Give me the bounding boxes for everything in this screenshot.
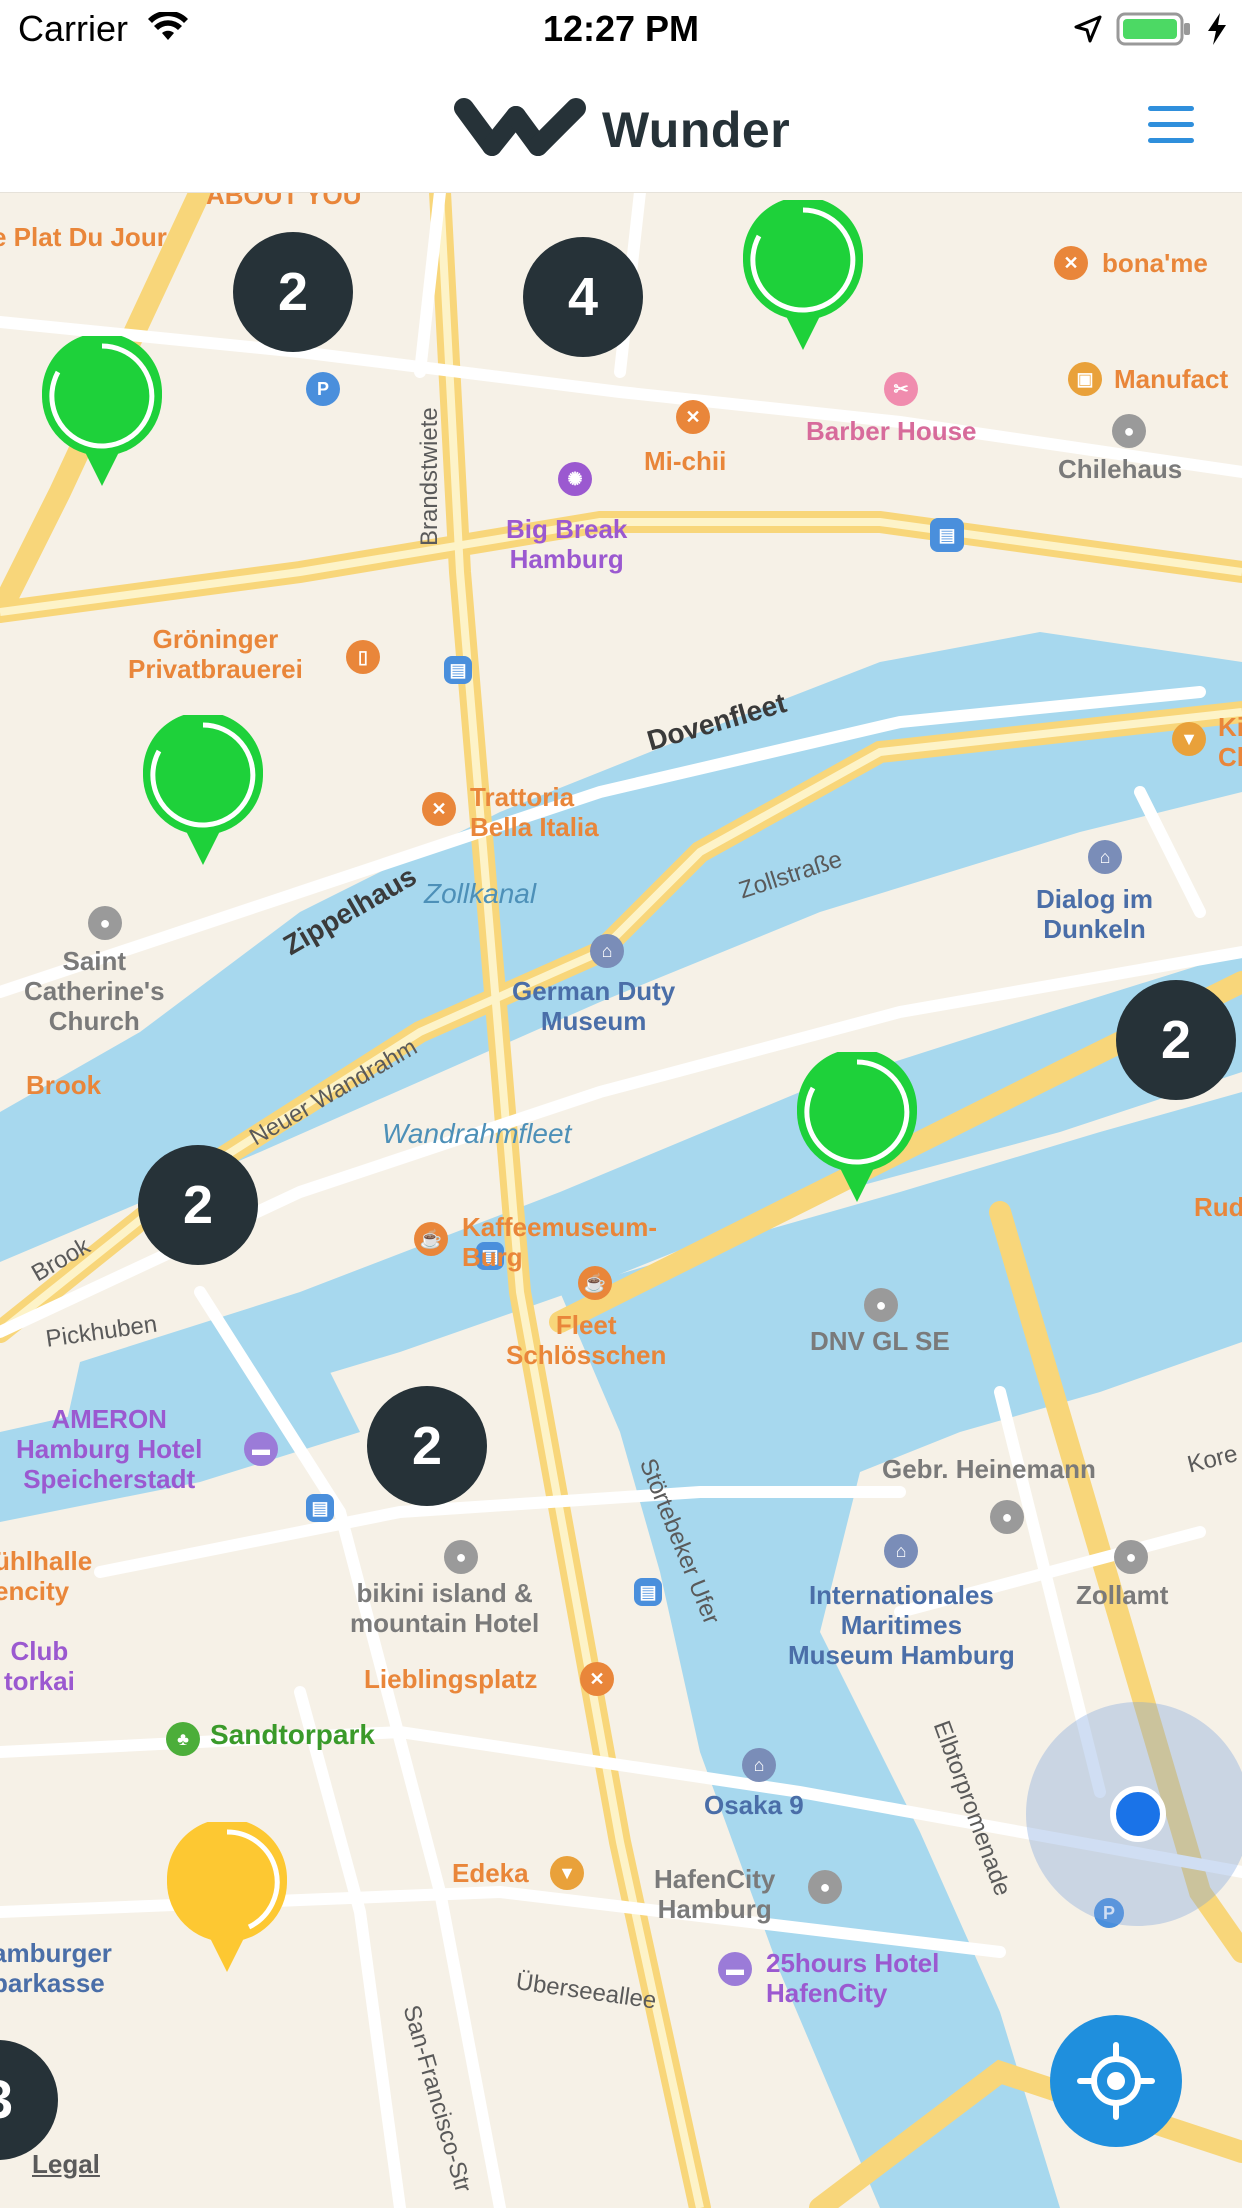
battery-icon	[1116, 12, 1192, 51]
vehicle-pin-green[interactable]	[141, 711, 265, 865]
poi-fleet-schloesschen[interactable]: Fleet Schlösschen	[506, 1310, 666, 1370]
scissors-icon: ✂	[884, 372, 918, 406]
restaurant-icon: ✕	[580, 1662, 614, 1696]
poi-dnv-gl[interactable]: DNV GL SE	[810, 1326, 950, 1356]
poi-manufact[interactable]: Manufact	[1114, 364, 1228, 394]
poi-sandtorpark[interactable]: Sandtorpark	[210, 1720, 375, 1750]
menu-icon	[1148, 106, 1194, 111]
vehicle-cluster[interactable]: 2	[138, 1145, 258, 1265]
vehicle-pin-yellow[interactable]	[165, 1818, 289, 1972]
landmark-dot-icon: ●	[864, 1288, 898, 1322]
vehicle-cluster[interactable]: 2	[233, 232, 353, 352]
cart-icon: ▼	[550, 1856, 584, 1890]
bus-stop-icon: ▤	[306, 1494, 334, 1522]
poi-barber-house[interactable]: Barber House	[806, 416, 977, 446]
vehicle-pin-green[interactable]	[795, 1048, 919, 1202]
landmark-dot-icon: ●	[808, 1870, 842, 1904]
poi-kl[interactable]: Ki Cl	[1218, 712, 1242, 772]
status-bar: Carrier 12:27 PM	[0, 0, 1242, 62]
poi-german-duty-museum[interactable]: German Duty Museum	[512, 976, 675, 1036]
restaurant-icon: ✕	[676, 400, 710, 434]
vehicle-pin-green[interactable]	[40, 332, 164, 486]
shopping-bag-icon: ▣	[1068, 362, 1102, 396]
hotel-icon: ▬	[244, 1432, 278, 1466]
poi-trattoria[interactable]: Trattoria Bella Italia	[470, 782, 599, 842]
poi-rud[interactable]: Rud	[1194, 1192, 1242, 1222]
vehicle-pin-green[interactable]	[741, 196, 865, 350]
poi-gebr-heinemann[interactable]: Gebr. Heinemann	[882, 1454, 1096, 1484]
poi-lieblingsplatz[interactable]: Lieblingsplatz	[364, 1664, 537, 1694]
restaurant-icon: ✕	[422, 792, 456, 826]
poi-osaka-9[interactable]: Osaka 9	[704, 1790, 804, 1820]
poi-mi-chii[interactable]: Mi-chii	[644, 446, 726, 476]
landmark-dot-icon: ●	[444, 1540, 478, 1574]
poi-internationales-maritimes-museum[interactable]: Internationales Maritimes Museum Hamburg	[788, 1580, 1015, 1670]
poi-edeka[interactable]: Edeka	[452, 1858, 529, 1888]
vehicle-cluster[interactable]: 2	[1116, 980, 1236, 1100]
restaurant-icon: ✕	[1054, 246, 1088, 280]
location-arrow-icon	[1074, 15, 1102, 48]
poi-ameron[interactable]: AMERON Hamburg Hotel Speicherstadt	[16, 1404, 202, 1494]
locate-me-button[interactable]	[1050, 2015, 1182, 2147]
landmark-dot-icon: ●	[990, 1500, 1024, 1534]
app-header: Wunder	[0, 62, 1242, 193]
map-view[interactable]: ABOUT YOU e Plat Du Jour ✕ bona'me ▣ Man…	[0, 192, 1242, 2208]
hamburger-menu-button[interactable]	[1148, 106, 1194, 150]
ferris-wheel-icon: ✺	[558, 462, 592, 496]
landmark-dot-icon: ●	[88, 906, 122, 940]
museum-icon: ⌂	[742, 1748, 776, 1782]
cafe-icon: ☕	[414, 1222, 448, 1256]
legal-link[interactable]: Legal	[32, 2149, 100, 2180]
poi-chilehaus[interactable]: Chilehaus	[1058, 454, 1182, 484]
landmark-dot-icon: ●	[1112, 414, 1146, 448]
parking-icon: P	[306, 372, 340, 406]
clock: 12:27 PM	[542, 8, 700, 49]
poi-dialog[interactable]: Dialog im Dunkeln	[1036, 884, 1153, 944]
brand-name: Wunder	[602, 101, 791, 158]
street-brandstwiete: Brandstwiete	[416, 407, 443, 546]
vehicle-cluster[interactable]: 2	[367, 1386, 487, 1506]
museum-icon: ⌂	[1088, 840, 1122, 874]
poi-bona-me[interactable]: bona'me	[1102, 248, 1208, 278]
landmark-dot-icon: ●	[1114, 1540, 1148, 1574]
poi-big-break[interactable]: Big Break Hamburg	[506, 514, 627, 574]
poi-kaffeemuseum[interactable]: Kaffeemuseum- Burg	[462, 1212, 657, 1272]
poi-groeninger[interactable]: Gröninger Privatbrauerei	[128, 624, 303, 684]
poi-club[interactable]: Club torkai	[4, 1636, 75, 1696]
poi-sparkasse[interactable]: amburger parkasse	[0, 1938, 112, 1998]
poi-about-you[interactable]: ABOUT YOU	[206, 192, 362, 210]
train-station-icon: ▤	[930, 518, 964, 552]
bus-stop-icon: ▤	[634, 1578, 662, 1606]
user-location-marker	[1026, 1702, 1242, 1926]
park-tree-icon: ♣	[166, 1722, 200, 1756]
beer-icon: ▯	[346, 640, 380, 674]
vehicle-cluster[interactable]: 4	[523, 237, 643, 357]
water-zollkanal: Zollkanal	[424, 878, 537, 909]
hotel-icon: ▬	[718, 1952, 752, 1986]
poi-saint-catherine[interactable]: Saint Catherine's Church	[24, 946, 165, 1036]
cafe-icon: ☕	[578, 1266, 612, 1300]
basket-icon: ▼	[1172, 722, 1206, 756]
poi-bikini-island[interactable]: bikini island & mountain Hotel	[350, 1578, 539, 1638]
brand-logo: Wunder	[454, 98, 790, 161]
poi-25hours-hotel[interactable]: 25hours Hotel HafenCity	[766, 1948, 939, 2008]
wunder-logo-icon	[454, 98, 588, 161]
bus-stop-icon: ▤	[444, 656, 472, 684]
poi-hafencity-hamburg[interactable]: HafenCity Hamburg	[654, 1864, 775, 1924]
poi-zollamt[interactable]: Zollamt	[1076, 1580, 1168, 1610]
charging-bolt-icon	[1206, 12, 1228, 51]
crosshair-icon	[1077, 2042, 1155, 2120]
poi-plat-du-jour[interactable]: e Plat Du Jour	[0, 222, 167, 252]
museum-icon: ⌂	[884, 1534, 918, 1568]
water-wandrahmfleet: Wandrahmfleet	[382, 1118, 572, 1149]
museum-icon: ⌂	[590, 934, 624, 968]
poi-brook[interactable]: Brook	[26, 1070, 101, 1100]
poi-kuehlhalle[interactable]: ühlhalle encity	[0, 1546, 92, 1606]
